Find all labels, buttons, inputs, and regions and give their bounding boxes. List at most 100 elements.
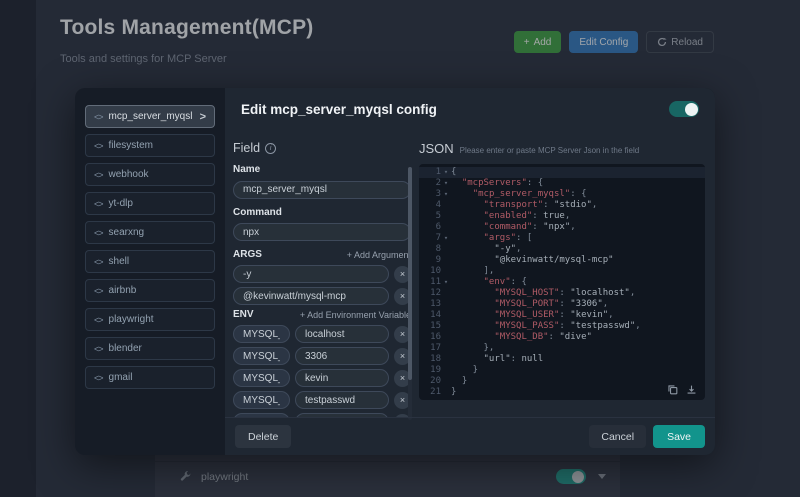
- line-number: 21: [430, 387, 441, 397]
- line-number: 7: [435, 233, 441, 243]
- line-number: 9: [435, 255, 441, 265]
- server-list-item[interactable]: <> filesystem: [85, 134, 215, 157]
- command-label: Command: [233, 206, 282, 218]
- env-key-input[interactable]: [233, 325, 290, 343]
- env-value-input[interactable]: [295, 369, 389, 387]
- line-number: 19: [430, 365, 441, 375]
- code-line: 21}: [419, 387, 705, 398]
- info-icon[interactable]: i: [265, 142, 277, 154]
- server-label: blender: [108, 343, 142, 354]
- server-list-item[interactable]: <> blender: [85, 337, 215, 360]
- line-number: 4: [435, 200, 441, 210]
- code-line: 6 "command": "npx",: [419, 222, 705, 233]
- download-icon[interactable]: [686, 384, 697, 395]
- edit-config-modal: <> mcp_server_myqsl > <> filesystem <> webhook…: [75, 88, 715, 455]
- server-list-item[interactable]: <> playwright: [85, 308, 215, 331]
- code-icon: <>: [94, 140, 103, 151]
- server-list-item[interactable]: <> airbnb: [85, 279, 215, 302]
- args-label: ARGS: [233, 249, 262, 260]
- field-scroll-area: Name Command ARGS + Add Argument ×× ENV …: [233, 164, 411, 417]
- line-number: 8: [435, 244, 441, 254]
- code-line: 11 ▾ "env": {: [419, 277, 705, 288]
- save-button[interactable]: Save: [653, 425, 705, 448]
- code-line: 14 "MYSQL_USER": "kevin",: [419, 310, 705, 321]
- line-number: 17: [430, 343, 441, 353]
- env-key-input[interactable]: [233, 369, 290, 387]
- server-enabled-toggle[interactable]: [669, 101, 699, 117]
- line-number: 15: [430, 321, 441, 331]
- code-line: 17 },: [419, 343, 705, 354]
- arg-input[interactable]: [233, 265, 389, 283]
- line-number: 16: [430, 332, 441, 342]
- env-value-input[interactable]: [295, 325, 389, 343]
- server-list-item[interactable]: <> searxng: [85, 221, 215, 244]
- code-line: 1 ▾{: [419, 167, 705, 178]
- arg-row: ×: [233, 265, 411, 283]
- server-label: searxng: [108, 227, 145, 238]
- server-list-item[interactable]: <> shell: [85, 250, 215, 273]
- code-line: 7 ▾ "args": [: [419, 233, 705, 244]
- line-number: 20: [430, 376, 441, 386]
- arg-input[interactable]: [233, 287, 389, 305]
- code-line: 4 "transport": "stdio",: [419, 200, 705, 211]
- chevron-right-icon: >: [199, 110, 206, 123]
- line-number: 18: [430, 354, 441, 364]
- fold-caret-icon[interactable]: ▾: [441, 233, 451, 244]
- code-line: 19 }: [419, 365, 705, 376]
- fold-caret-icon[interactable]: ▾: [441, 178, 451, 189]
- code-icon: <>: [94, 227, 103, 238]
- fold-caret-icon[interactable]: ▾: [441, 189, 451, 200]
- code-line: 16 "MYSQL_DB": "dive": [419, 332, 705, 343]
- code-icon: <>: [94, 343, 103, 354]
- add-env-link[interactable]: + Add Environment Variable: [300, 310, 411, 320]
- json-column: JSON Please enter or paste MCP Server Js…: [419, 141, 705, 400]
- server-label: playwright: [108, 314, 154, 325]
- args-rows: ××: [233, 265, 411, 305]
- server-label: filesystem: [108, 140, 153, 151]
- copy-icon[interactable]: [667, 384, 678, 395]
- env-key-input[interactable]: [233, 347, 290, 365]
- line-number: 6: [435, 222, 441, 232]
- server-list-item[interactable]: <> gmail: [85, 366, 215, 389]
- name-input[interactable]: [233, 180, 411, 199]
- fold-caret-icon[interactable]: ▾: [441, 167, 451, 178]
- env-key-input[interactable]: [233, 391, 290, 409]
- env-value-input[interactable]: [295, 391, 389, 409]
- add-argument-link[interactable]: + Add Argument: [347, 250, 411, 260]
- line-number: 5: [435, 211, 441, 221]
- code-line: 15 "MYSQL_PASS": "testpasswd",: [419, 321, 705, 332]
- line-number: 12: [430, 288, 441, 298]
- json-hint: Please enter or paste MCP Server Json in…: [459, 146, 640, 155]
- line-number: 11: [430, 277, 441, 287]
- env-row: ×: [233, 347, 411, 365]
- server-label: airbnb: [108, 285, 137, 296]
- code-line: 9 "@kevinwatt/mysql-mcp": [419, 255, 705, 266]
- command-input[interactable]: [233, 223, 411, 241]
- json-editor[interactable]: 1 ▾{2 ▾ "mcpServers": {3 ▾ "mcp_server_myqs…: [419, 164, 705, 400]
- field-scrollbar[interactable]: [408, 167, 412, 420]
- server-list-item[interactable]: <> webhook: [85, 163, 215, 186]
- code-line: 20 }: [419, 376, 705, 387]
- scrollbar-thumb[interactable]: [408, 167, 412, 380]
- env-row: ×: [233, 391, 411, 409]
- code-icon: <>: [94, 169, 103, 180]
- json-section-title: JSON: [419, 141, 454, 156]
- line-number: 10: [430, 266, 441, 276]
- delete-button[interactable]: Delete: [235, 425, 292, 448]
- env-value-input[interactable]: [295, 347, 389, 365]
- server-label: shell: [108, 256, 130, 267]
- env-row: ×: [233, 325, 411, 343]
- cancel-button[interactable]: Cancel: [589, 425, 647, 448]
- server-list: <> mcp_server_myqsl > <> filesystem <> webhook…: [75, 88, 225, 455]
- server-list-item[interactable]: <> mcp_server_myqsl >: [85, 105, 215, 128]
- fold-caret-icon[interactable]: ▾: [441, 277, 451, 288]
- code-line: 2 ▾ "mcpServers": {: [419, 178, 705, 189]
- server-list-item[interactable]: <> yt-dlp: [85, 192, 215, 215]
- line-number: 3: [435, 189, 441, 199]
